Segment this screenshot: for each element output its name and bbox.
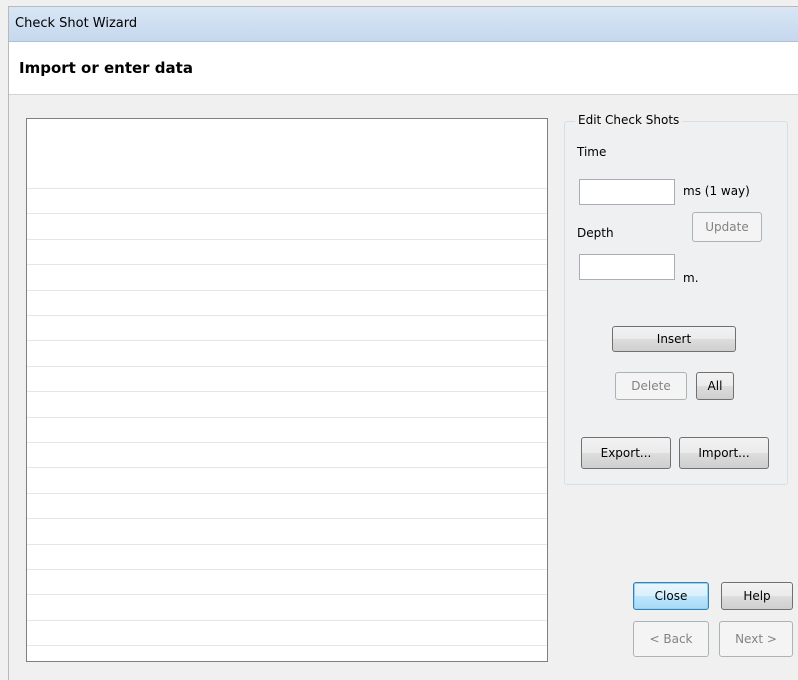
import-button[interactable]: Import... <box>679 437 769 469</box>
list-row[interactable] <box>27 163 547 189</box>
time-label: Time <box>577 145 607 159</box>
depth-unit-label: m. <box>683 271 699 285</box>
list-row[interactable] <box>27 417 547 443</box>
depth-input[interactable] <box>579 254 675 280</box>
list-row[interactable] <box>27 214 547 240</box>
list-row[interactable] <box>27 569 547 596</box>
title-bar: Check Shot Wizard <box>9 7 798 42</box>
back-button[interactable]: < Back <box>633 621 709 657</box>
list-row[interactable] <box>27 442 547 469</box>
list-row[interactable] <box>27 341 547 367</box>
list-row[interactable] <box>27 290 547 316</box>
depth-label: Depth <box>577 226 614 240</box>
close-button[interactable]: Close <box>633 582 709 610</box>
group-legend: Edit Check Shots <box>575 113 683 127</box>
time-unit-label: ms (1 way) <box>683 184 750 198</box>
list-row[interactable] <box>27 468 547 494</box>
list-row[interactable] <box>27 620 547 647</box>
list-row[interactable] <box>27 646 547 661</box>
check-shot-list[interactable] <box>26 118 548 662</box>
delete-all-button[interactable]: All <box>696 372 734 400</box>
list-row[interactable] <box>27 366 547 393</box>
page-title: Import or enter data <box>19 59 193 77</box>
delete-button[interactable]: Delete <box>615 372 687 400</box>
list-row[interactable] <box>27 265 547 291</box>
list-row[interactable] <box>27 315 547 342</box>
wizard-header: Import or enter data <box>9 42 798 95</box>
check-shot-wizard-window: Check Shot Wizard Import or enter data E… <box>8 6 798 680</box>
next-button[interactable]: Next > <box>719 621 793 657</box>
list-row[interactable] <box>27 519 547 545</box>
list-row[interactable] <box>27 188 547 215</box>
window-title: Check Shot Wizard <box>15 16 138 31</box>
list-row[interactable] <box>27 544 547 570</box>
update-button[interactable]: Update <box>692 212 762 242</box>
list-row[interactable] <box>27 392 547 418</box>
edit-check-shots-group: Edit Check Shots Time ms (1 way) Depth U… <box>564 113 788 485</box>
list-row[interactable] <box>27 239 547 266</box>
list-row[interactable] <box>27 493 547 520</box>
export-button[interactable]: Export... <box>581 437 671 469</box>
time-input[interactable] <box>579 179 675 205</box>
list-row[interactable] <box>27 595 547 621</box>
insert-button[interactable]: Insert <box>612 326 736 352</box>
help-button[interactable]: Help <box>721 582 793 610</box>
